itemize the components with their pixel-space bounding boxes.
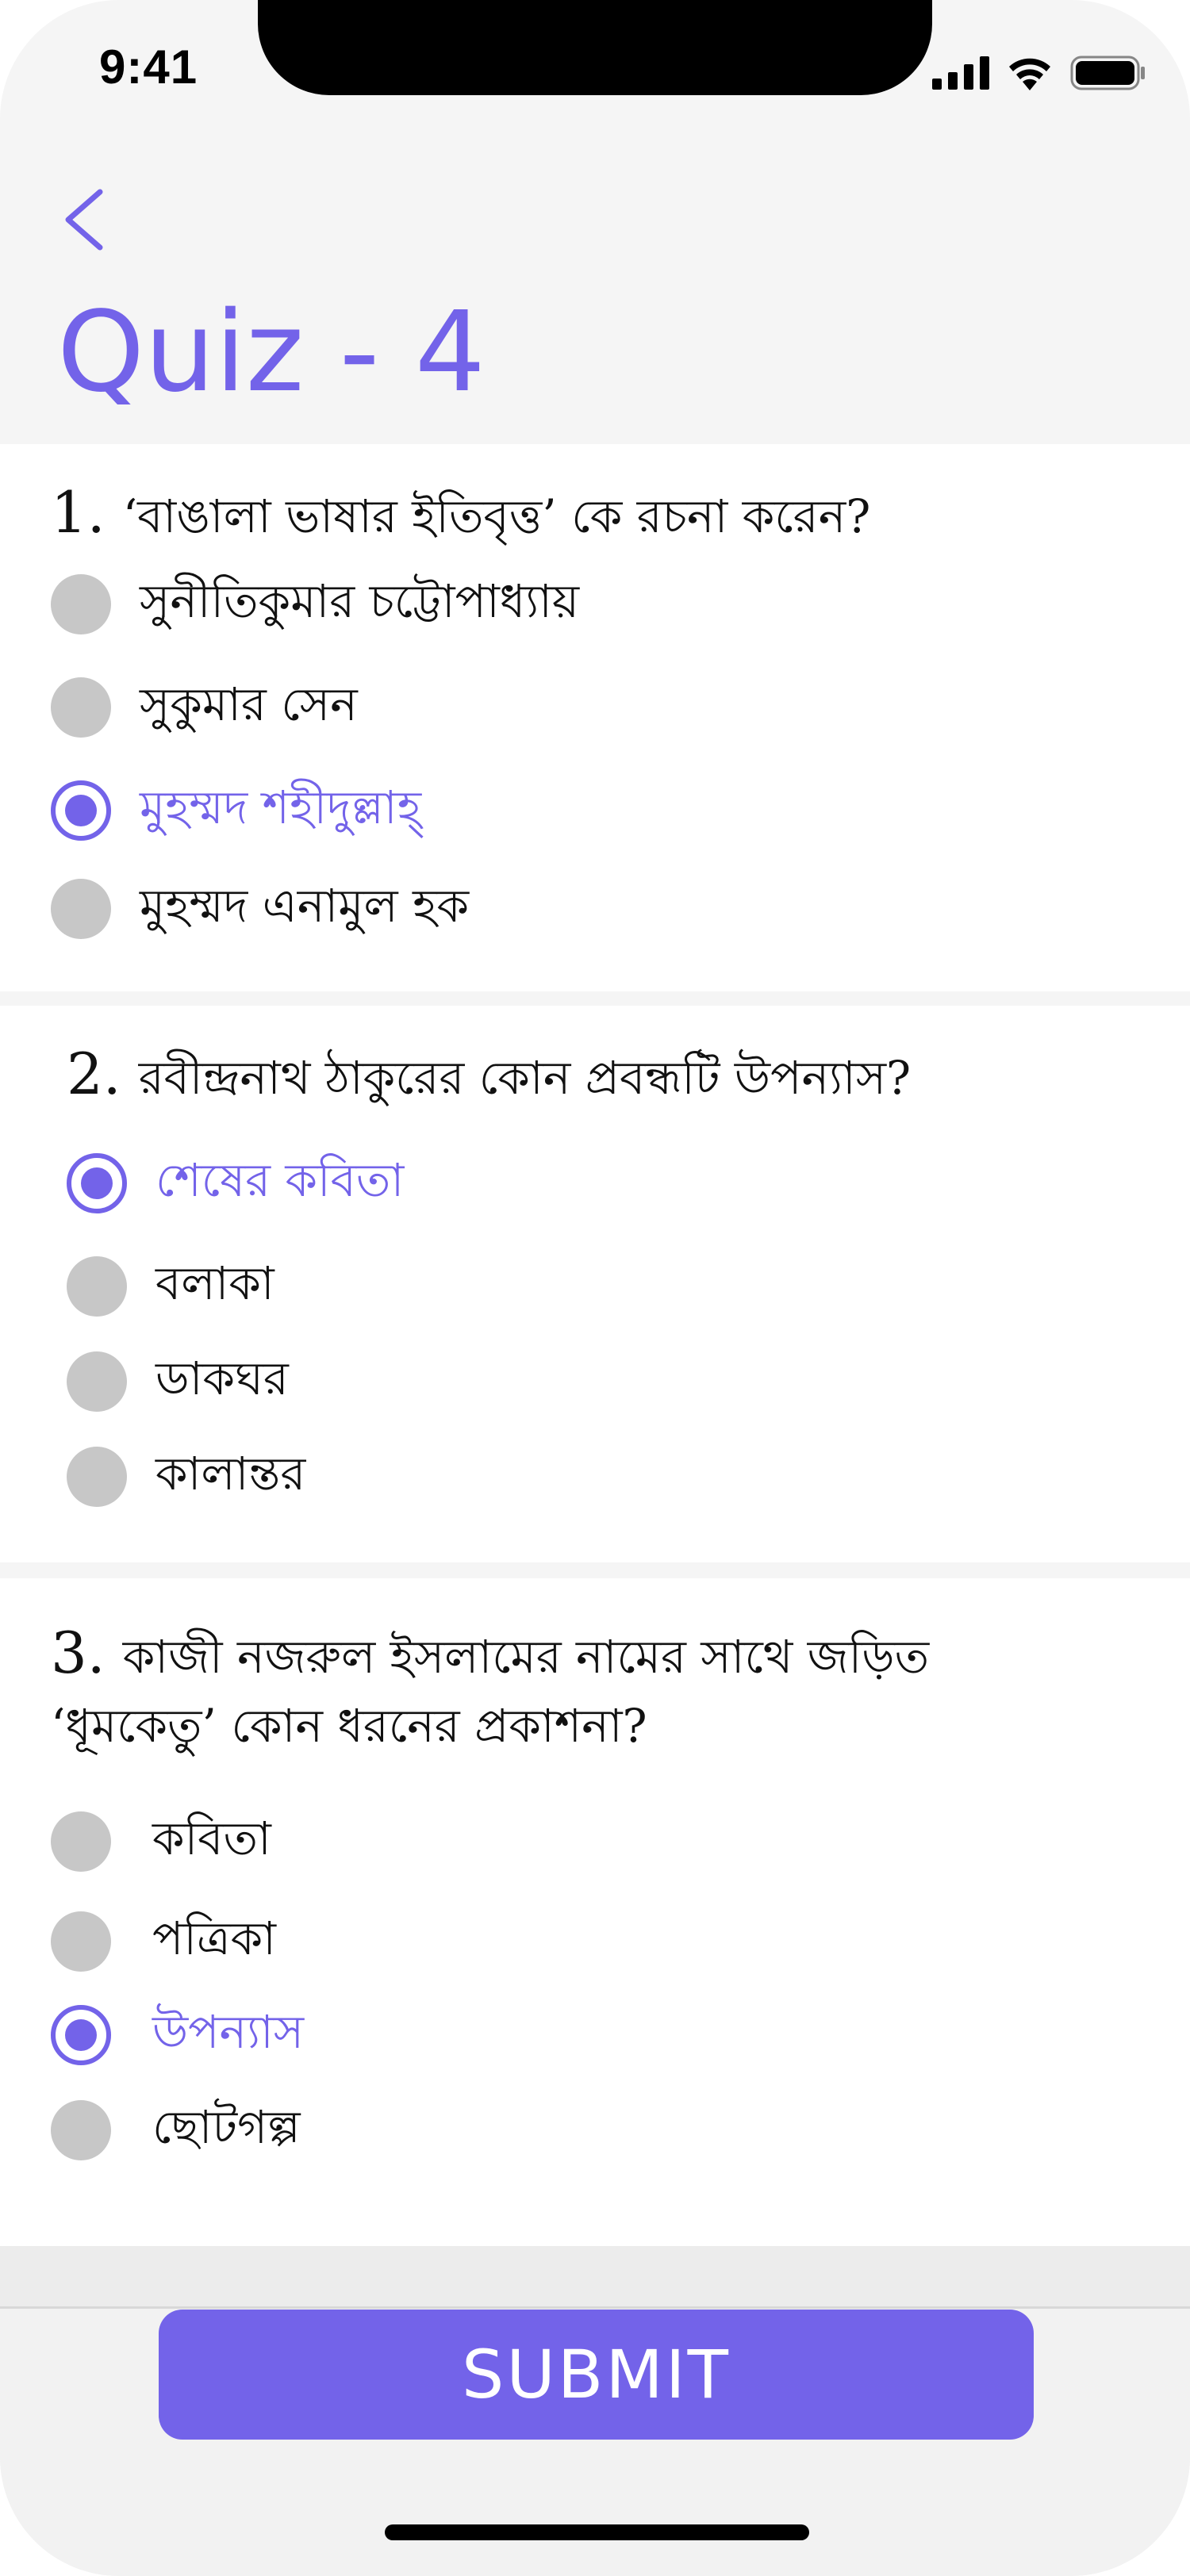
question-text: 3. কাজী নজরুল ইসলামের নামের সাথে জড়িত bbox=[51, 1616, 929, 1693]
question-text: 2. রবীন্দ্রনাথ ঠাকুরের কোন প্রবন্ধটি উপন্… bbox=[67, 1037, 911, 1114]
radio-button[interactable] bbox=[51, 879, 111, 939]
battery-icon bbox=[1070, 56, 1145, 90]
status-bar: 9:41 bbox=[0, 0, 1190, 143]
question-card-2: 2. রবীন্দ্রনাথ ঠাকুরের কোন প্রবন্ধটি উপন্… bbox=[0, 1006, 1190, 1562]
question-number: 1. bbox=[51, 479, 106, 546]
option-label: সুকুমার সেন bbox=[140, 677, 358, 731]
cellular-signal-icon bbox=[932, 56, 989, 90]
divider bbox=[0, 2246, 1190, 2309]
radio-button-selected[interactable] bbox=[51, 2005, 111, 2065]
option-label: ছোটগল্প bbox=[152, 2099, 301, 2154]
option-item[interactable]: কবিতা bbox=[51, 1802, 271, 1881]
status-icons bbox=[932, 49, 1146, 97]
question-text: 1. ‘বাঙালা ভাষার ইতিবৃত্ত’ কে রচনা করেন? bbox=[51, 476, 870, 553]
option-label: কবিতা bbox=[152, 1811, 271, 1865]
home-indicator bbox=[385, 2524, 809, 2540]
option-item[interactable]: সুনীতিকুমার চট্টোপাধ্যায় bbox=[51, 565, 579, 644]
chevron-left-icon bbox=[65, 189, 103, 251]
option-item[interactable]: শেষের কবিতা bbox=[67, 1144, 404, 1223]
option-label: শেষের কবিতা bbox=[155, 1152, 405, 1207]
radio-button[interactable] bbox=[67, 1351, 127, 1412]
radio-button-selected[interactable] bbox=[51, 780, 111, 841]
option-item[interactable]: কালান্তর bbox=[67, 1437, 305, 1516]
option-item[interactable]: মুহম্মদ শহীদুল্লাহ্ bbox=[51, 771, 421, 850]
status-time: 9:41 bbox=[99, 40, 198, 94]
question-text-continued: ‘ধূমকেতু’ কোন ধরনের প্রকাশনা? bbox=[51, 1689, 647, 1762]
question-line: ‘বাঙালা ভাষার ইতিবৃত্ত’ কে রচনা করেন? bbox=[122, 489, 871, 543]
radio-button[interactable] bbox=[51, 2100, 111, 2160]
radio-button[interactable] bbox=[67, 1447, 127, 1507]
option-item[interactable]: উপন্যাস bbox=[51, 1995, 304, 2075]
option-label: মুহম্মদ এনামুল হক bbox=[140, 878, 470, 933]
radio-button-selected[interactable] bbox=[67, 1153, 127, 1213]
question-line: কাজী নজরুল ইসলামের নামের সাথে জড়িত bbox=[122, 1630, 930, 1684]
option-label: মুহম্মদ শহীদুল্লাহ্ bbox=[140, 780, 422, 834]
option-item[interactable]: ডাকঘর bbox=[67, 1342, 289, 1421]
radio-button[interactable] bbox=[51, 1911, 111, 1972]
back-button[interactable] bbox=[56, 184, 119, 255]
page-title: Quiz - 4 bbox=[57, 288, 486, 417]
option-item[interactable]: পত্রিকা bbox=[51, 1902, 276, 1981]
option-label: কালান্তর bbox=[155, 1446, 306, 1501]
option-item[interactable]: মুহম্মদ এনামুল হক bbox=[51, 869, 469, 949]
option-item[interactable]: ছোটগল্প bbox=[51, 2091, 301, 2170]
option-label: পত্রিকা bbox=[152, 1911, 276, 1965]
radio-button[interactable] bbox=[51, 574, 111, 634]
option-label: বলাকা bbox=[155, 1255, 274, 1310]
notch bbox=[258, 0, 932, 95]
radio-button[interactable] bbox=[67, 1256, 127, 1317]
radio-button[interactable] bbox=[51, 1811, 111, 1872]
question-number: 3. bbox=[51, 1620, 106, 1686]
question-card-3: 3. কাজী নজরুল ইসলামের নামের সাথে জড়িত ‘ধ… bbox=[0, 1578, 1190, 2246]
radio-button[interactable] bbox=[51, 677, 111, 738]
option-item[interactable]: বলাকা bbox=[67, 1247, 274, 1326]
option-label: উপন্যাস bbox=[152, 2004, 305, 2059]
option-label: ডাকঘর bbox=[155, 1351, 289, 1405]
wifi-icon bbox=[1009, 58, 1050, 90]
option-item[interactable]: সুকুমার সেন bbox=[51, 668, 358, 747]
quiz-screen: 9:41 Quiz - 4 1. ‘বাঙালা ভাষার ইতিবৃত্ত’… bbox=[0, 0, 1190, 2576]
question-line: রবীন্দ্রনাথ ঠাকুরের কোন প্রবন্ধটি উপন্যা… bbox=[138, 1051, 912, 1105]
question-line: ‘ধূমকেতু’ কোন ধরনের প্রকাশনা? bbox=[51, 1699, 647, 1753]
question-card-1: 1. ‘বাঙালা ভাষার ইতিবৃত্ত’ কে রচনা করেন? … bbox=[0, 444, 1190, 991]
question-number: 2. bbox=[67, 1041, 121, 1107]
option-label: সুনীতিকুমার চট্টোপাধ্যায় bbox=[140, 573, 580, 628]
submit-button[interactable]: SUBMIT bbox=[159, 2310, 1034, 2440]
